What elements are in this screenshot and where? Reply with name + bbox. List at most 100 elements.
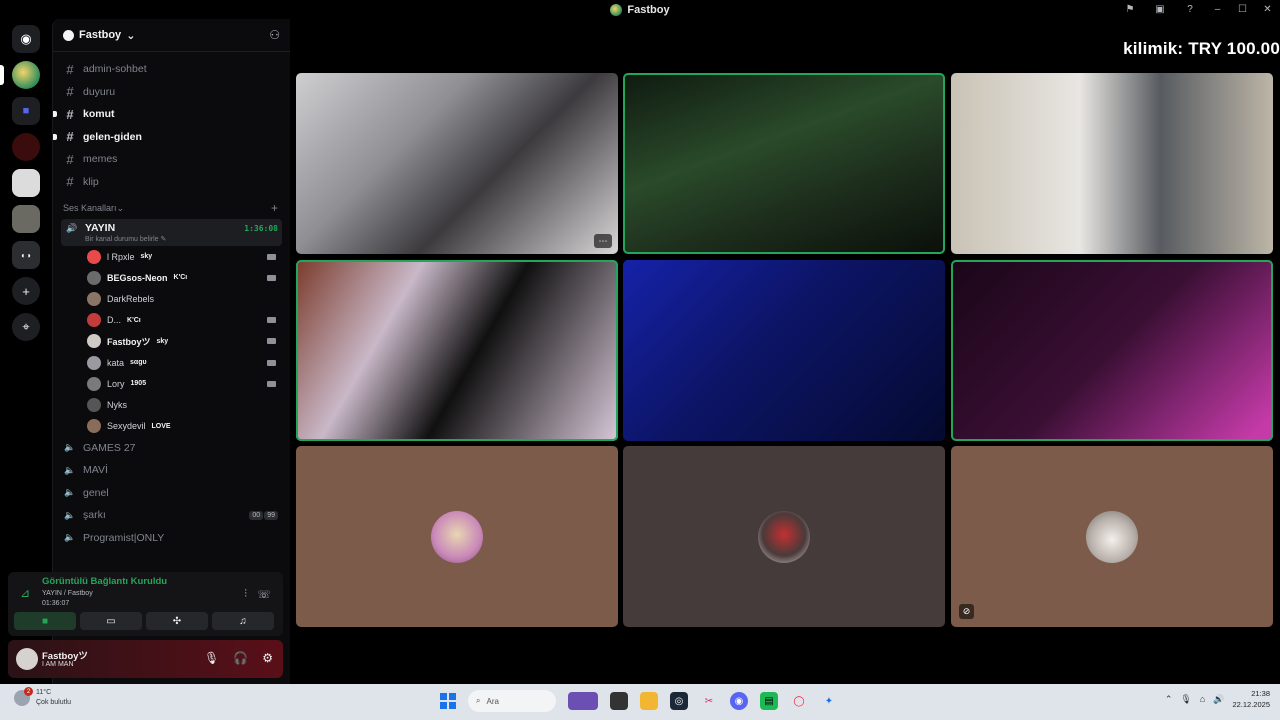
- file-icon[interactable]: [610, 692, 628, 710]
- member-avatar: [87, 334, 101, 349]
- video-tile[interactable]: [623, 73, 945, 254]
- channel-name: komut: [83, 108, 115, 121]
- text-channel-komut[interactable]: # komut: [53, 103, 282, 126]
- channel-name: gelen-giden: [83, 130, 142, 143]
- member-tag: K'Cı: [173, 274, 188, 282]
- text-channel-gelen-giden[interactable]: # gelen-giden: [53, 126, 282, 149]
- opera-icon[interactable]: ◯: [790, 692, 808, 710]
- screen-share-button[interactable]: ▭: [80, 612, 142, 630]
- noise-suppression-icon[interactable]: ⫶: [244, 588, 247, 601]
- weather-widget[interactable]: 2 11°C Çok bulutlu: [14, 687, 71, 708]
- voice-category[interactable]: Ses Kanalları ⌄ +: [61, 197, 282, 219]
- help-icon[interactable]: ?: [1175, 0, 1205, 19]
- server-icon-gray[interactable]: [12, 205, 40, 233]
- clock[interactable]: 21:38 22.12.2025: [1232, 688, 1270, 710]
- server-folder-icon[interactable]: ■: [12, 97, 40, 125]
- video-tile[interactable]: [951, 73, 1273, 254]
- add-channel-icon[interactable]: +: [271, 201, 278, 215]
- game-app-icon[interactable]: [568, 692, 598, 710]
- voice-member[interactable]: Lory 1905: [87, 373, 282, 394]
- avatar-tile[interactable]: [296, 446, 618, 627]
- gear-icon[interactable]: ⚙: [262, 651, 273, 665]
- member-tag: K'Cı: [127, 316, 141, 324]
- camera-icon: [267, 274, 276, 281]
- video-tile[interactable]: [951, 260, 1273, 441]
- microphone-icon[interactable]: 🎙: [204, 651, 219, 665]
- text-channel-duyuru[interactable]: # duyuru: [61, 81, 282, 104]
- voice-member[interactable]: Fastboyツ sky: [87, 331, 282, 352]
- server-icon-red[interactable]: [12, 133, 40, 161]
- voice-channel[interactable]: 🔈 MAVİ: [61, 459, 282, 482]
- maximize-button[interactable]: ☐: [1230, 0, 1255, 19]
- more-options-icon[interactable]: ⋯: [594, 234, 612, 248]
- inbox-icon[interactable]: ⚑: [1115, 0, 1145, 19]
- connection-status[interactable]: Görüntülü Bağlantı Kuruldu: [42, 576, 167, 587]
- server-folder-multi[interactable]: ◐◑: [12, 241, 40, 269]
- hash-icon: #: [66, 151, 74, 167]
- voice-channel-name: GAMES 27: [83, 441, 136, 454]
- network-icon[interactable]: ⌂: [1200, 694, 1205, 704]
- app-blue-icon[interactable]: ✦: [820, 692, 838, 710]
- mic-tray-icon[interactable]: 🎙: [1180, 694, 1191, 705]
- member-tag: sky: [140, 253, 153, 261]
- server-icon-fastboy[interactable]: [0, 61, 40, 89]
- avatar-tile[interactable]: [623, 446, 945, 627]
- text-channel-memes[interactable]: # memes: [61, 148, 282, 171]
- discover-icon[interactable]: ⌖: [12, 313, 40, 341]
- video-tile[interactable]: ⋯: [296, 73, 618, 254]
- title-bar: Fastboy ⚑ ▣ ? – ☐ ✕: [0, 0, 1280, 19]
- server-icon-white[interactable]: [12, 169, 40, 197]
- headphones-icon[interactable]: 🎧: [233, 651, 248, 665]
- voice-member[interactable]: Nyks: [87, 394, 282, 415]
- voice-member[interactable]: kata ѕαgυ: [87, 352, 282, 373]
- video-tile[interactable]: [296, 260, 618, 441]
- member-tag: sky: [156, 337, 169, 345]
- text-channel-klip[interactable]: # klip: [61, 171, 282, 194]
- voice-channel-yayin[interactable]: 🔊 YAYIN 1:36:08 Bir kanal durumu belirle ✎: [61, 219, 282, 246]
- disconnect-icon[interactable]: ☏: [257, 588, 271, 601]
- voice-member[interactable]: BEGsos-Neon K'Cı: [87, 267, 282, 288]
- chevron-up-icon[interactable]: ⌃: [1165, 694, 1173, 705]
- volume-icon[interactable]: 🔊: [1213, 694, 1224, 705]
- steam-icon[interactable]: ◎: [670, 692, 688, 710]
- window-title: Fastboy: [610, 3, 670, 16]
- screen-icon[interactable]: ▣: [1145, 0, 1175, 19]
- user-avatar[interactable]: [16, 648, 38, 670]
- discord-home-icon[interactable]: ◉: [12, 25, 40, 53]
- voice-member[interactable]: l Rpxle sky: [87, 246, 282, 267]
- activities-button[interactable]: ✣: [146, 612, 208, 630]
- app-green-icon[interactable]: ▤: [760, 692, 778, 710]
- voice-channel[interactable]: 🔈 şarkı 00 99: [61, 504, 282, 527]
- channel-status-hint-text: Bir kanal durumu belirle: [85, 236, 159, 243]
- donation-overlay: kilimik: TRY 100.00: [1123, 39, 1280, 58]
- invite-people-icon[interactable]: ⚇: [269, 28, 280, 42]
- voice-channel[interactable]: 🔈 genel: [61, 482, 282, 505]
- soundboard-button[interactable]: ♫: [212, 612, 274, 630]
- voice-channel[interactable]: 🔈 Programist|ONLY: [61, 527, 282, 550]
- discord-taskbar-icon[interactable]: ◉: [730, 692, 748, 710]
- user-name[interactable]: Fastboyツ: [42, 648, 88, 662]
- avatar-tile[interactable]: ⊘: [951, 446, 1273, 627]
- voice-member[interactable]: D... K'Cı: [87, 310, 282, 331]
- channel-status-hint[interactable]: Bir kanal durumu belirle ✎: [65, 235, 278, 243]
- add-server-icon[interactable]: +: [12, 277, 40, 305]
- guild-header[interactable]: Fastboy ⌄ ⚇: [53, 19, 290, 52]
- server-logo-icon: [610, 3, 623, 16]
- video-tile[interactable]: [623, 260, 945, 441]
- voice-member[interactable]: Sexydevil LOVE: [87, 416, 282, 437]
- voice-channel[interactable]: 🔈 GAMES 27: [61, 437, 282, 460]
- close-button[interactable]: ✕: [1255, 0, 1280, 19]
- start-button[interactable]: [440, 693, 456, 709]
- folder-icon[interactable]: [640, 692, 658, 710]
- minimize-button[interactable]: –: [1205, 0, 1230, 19]
- text-channel-admin-sohbet[interactable]: # admin-sohbet: [61, 58, 282, 81]
- taskbar-search[interactable]: ⌕ Ara: [468, 690, 556, 712]
- voice-channel-timer: 1:36:08: [244, 223, 278, 233]
- hash-icon: #: [66, 84, 74, 100]
- voice-member[interactable]: DarkRebels: [87, 288, 282, 309]
- speaker-icon: 🔈: [64, 464, 76, 475]
- camera-button[interactable]: ■: [14, 612, 76, 630]
- signal-icon[interactable]: ⊿: [20, 586, 30, 600]
- snipping-icon[interactable]: ✂: [700, 692, 718, 710]
- hash-icon: #: [66, 174, 74, 190]
